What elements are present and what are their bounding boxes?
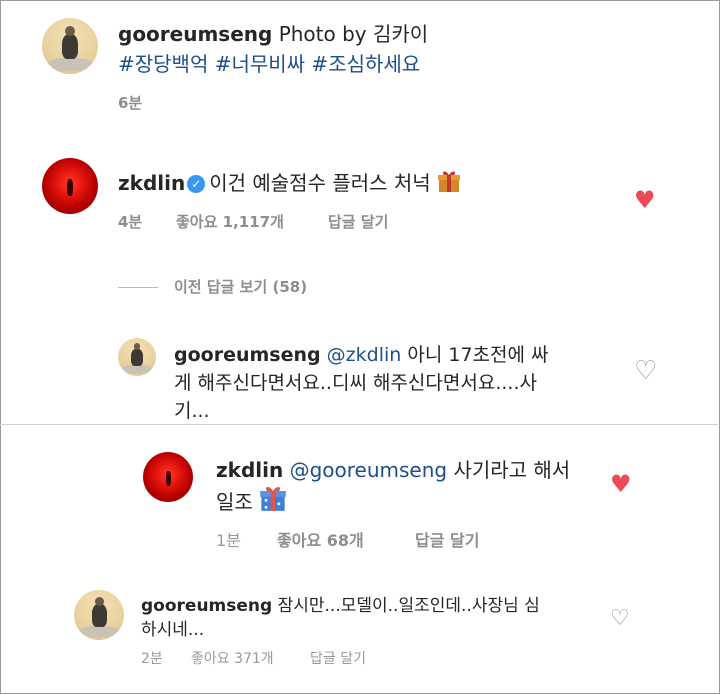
reply-text: 일조 <box>216 490 253 514</box>
reply-text: 사기라고 해서 <box>453 458 571 482</box>
reply-line-1: gooreumseng @zkdlin 아니 17초전에 싸 <box>174 340 549 367</box>
comment-username[interactable]: zkdlin <box>118 171 185 195</box>
gift-emoji-icon <box>260 486 287 511</box>
verified-badge-icon: ✓ <box>187 175 206 193</box>
heart-filled-icon[interactable]: ♥ <box>634 186 656 214</box>
reply-text-line-2: 하시네... <box>141 620 205 640</box>
caption-avatar[interactable] <box>42 18 98 74</box>
reply-time: 2분 <box>141 651 163 667</box>
view-replies-divider <box>118 287 158 288</box>
reply-text: 아니 17초전에 싸 <box>407 344 549 366</box>
caption-hashtags[interactable]: #장당백억 #너무비싸 #조심하세요 <box>118 48 420 77</box>
reply-text-line-3: 기... <box>174 400 210 422</box>
reply-username[interactable]: gooreumseng <box>141 596 272 616</box>
reply-text: 잠시만...모델이..일조인데..사장님 심 <box>277 596 540 616</box>
reply-username[interactable]: gooreumseng <box>174 344 321 366</box>
reply-username[interactable]: zkdlin <box>216 458 283 482</box>
reply-text-line-2: 일조 <box>216 484 287 515</box>
reply-avatar[interactable] <box>118 338 156 376</box>
reply-text-line-2: 게 해주신다면서요..디씨 해주신다면서요....사 <box>174 372 537 394</box>
reply-likes[interactable]: 좋아요 371개 <box>191 648 274 668</box>
screenshot-seam-divider <box>0 424 718 425</box>
heart-outline-icon[interactable]: ♡ <box>610 606 630 631</box>
comment-time: 4분 <box>118 213 143 231</box>
heart-outline-icon[interactable]: ♡ <box>634 356 657 386</box>
reply-line-1: zkdlin @gooreumseng 사기라고 해서 <box>216 454 570 483</box>
comment-likes[interactable]: 좋아요 1,117개 <box>176 211 284 232</box>
reply-mention[interactable]: @zkdlin <box>327 344 402 366</box>
reply-line-1: gooreumseng 잠시만...모델이..일조인데..사장님 심 <box>141 591 540 616</box>
reply-time: 1분 <box>216 531 241 550</box>
caption-username[interactable]: gooreumseng <box>118 22 272 46</box>
view-replies-link[interactable]: 이전 답글 보기 (58) <box>174 276 307 297</box>
caption-time: 6분 <box>118 94 143 112</box>
caption-line: gooreumseng Photo by 김카이 <box>118 18 428 47</box>
reply-button[interactable]: 답글 달기 <box>310 648 366 668</box>
heart-filled-icon[interactable]: ♥ <box>610 470 632 498</box>
comment-text: 이건 예술점수 플러스 처넉 <box>209 171 431 195</box>
reply-mention[interactable]: @gooreumseng <box>290 458 448 482</box>
reply-likes[interactable]: 좋아요 68개 <box>277 527 364 551</box>
reply-button[interactable]: 답글 달기 <box>415 527 479 551</box>
reply-button[interactable]: 답글 달기 <box>328 211 388 232</box>
gift-emoji-icon <box>438 171 461 192</box>
comment-avatar[interactable] <box>42 158 98 214</box>
reply-avatar[interactable] <box>143 452 193 502</box>
caption-text: Photo by 김카이 <box>278 22 429 46</box>
comment-line: zkdlin ✓ 이건 예술점수 플러스 처넉 <box>118 167 461 196</box>
reply-avatar[interactable] <box>74 590 124 640</box>
